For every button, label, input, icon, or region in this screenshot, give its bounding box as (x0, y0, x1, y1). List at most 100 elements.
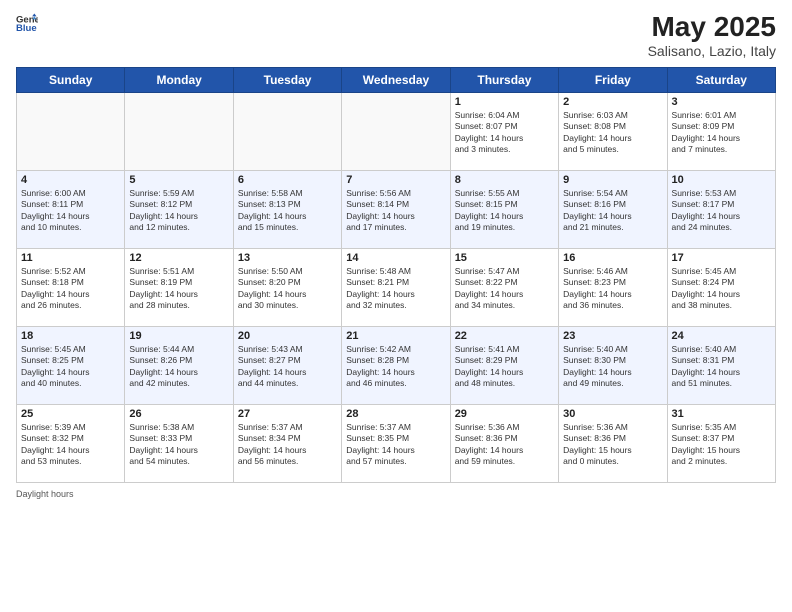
cell-text: Sunrise: 6:01 AM Sunset: 8:09 PM Dayligh… (672, 110, 771, 156)
cell-text: Sunrise: 5:37 AM Sunset: 8:34 PM Dayligh… (238, 422, 337, 468)
cell-text: Sunrise: 5:40 AM Sunset: 8:31 PM Dayligh… (672, 344, 771, 390)
cell-text: Sunrise: 5:44 AM Sunset: 8:26 PM Dayligh… (129, 344, 228, 390)
calendar-cell (17, 92, 125, 170)
cell-text: Sunrise: 5:50 AM Sunset: 8:20 PM Dayligh… (238, 266, 337, 312)
day-header-wednesday: Wednesday (342, 67, 450, 92)
day-number: 31 (672, 408, 771, 420)
page-header: General Blue May 2025 Salisano, Lazio, I… (16, 12, 776, 59)
cell-text: Sunrise: 5:36 AM Sunset: 8:36 PM Dayligh… (563, 422, 662, 468)
day-number: 30 (563, 408, 662, 420)
calendar-cell: 13 Sunrise: 5:50 AM Sunset: 8:20 PM Dayli… (233, 248, 341, 326)
day-header-friday: Friday (559, 67, 667, 92)
cell-text: Sunrise: 5:45 AM Sunset: 8:24 PM Dayligh… (672, 266, 771, 312)
cell-text: Sunrise: 5:59 AM Sunset: 8:12 PM Dayligh… (129, 188, 228, 234)
week-row-2: 4Sunrise: 6:00 AM Sunset: 8:11 PM Daylig… (17, 170, 776, 248)
logo-icon: General Blue (16, 12, 38, 34)
calendar-cell (342, 92, 450, 170)
day-number: 22 (455, 330, 554, 342)
day-number: 23 (563, 330, 662, 342)
day-header-monday: Monday (125, 67, 233, 92)
calendar-cell: 22 Sunrise: 5:41 AM Sunset: 8:29 PM Dayli… (450, 326, 558, 404)
calendar-cell: 11 Sunrise: 5:52 AM Sunset: 8:18 PM Dayli… (17, 248, 125, 326)
calendar-cell: 16 Sunrise: 5:46 AM Sunset: 8:23 PM Dayli… (559, 248, 667, 326)
day-number: 19 (129, 330, 228, 342)
calendar-cell: 20 Sunrise: 5:43 AM Sunset: 8:27 PM Dayli… (233, 326, 341, 404)
day-number: 2 (563, 96, 662, 108)
cell-text: Sunrise: 5:52 AM Sunset: 8:18 PM Dayligh… (21, 266, 120, 312)
day-number: 13 (238, 252, 337, 264)
week-row-3: 11 Sunrise: 5:52 AM Sunset: 8:18 PM Dayli… (17, 248, 776, 326)
calendar-cell: 27Sunrise: 5:37 AM Sunset: 8:34 PM Dayli… (233, 404, 341, 482)
day-number: 16 (563, 252, 662, 264)
cell-text: Sunrise: 5:38 AM Sunset: 8:33 PM Dayligh… (129, 422, 228, 468)
cell-text: Sunrise: 6:03 AM Sunset: 8:08 PM Dayligh… (563, 110, 662, 156)
day-number: 3 (672, 96, 771, 108)
day-number: 8 (455, 174, 554, 186)
calendar-cell: 15 Sunrise: 5:47 AM Sunset: 8:22 PM Dayli… (450, 248, 558, 326)
svg-text:Blue: Blue (16, 23, 37, 34)
day-number: 20 (238, 330, 337, 342)
day-header-row: SundayMondayTuesdayWednesdayThursdayFrid… (17, 67, 776, 92)
cell-text: Sunrise: 5:36 AM Sunset: 8:36 PM Dayligh… (455, 422, 554, 468)
calendar-cell: 18Sunrise: 5:45 AM Sunset: 8:25 PM Dayli… (17, 326, 125, 404)
calendar-cell: 31 Sunrise: 5:35 AM Sunset: 8:37 PM Dayli… (667, 404, 775, 482)
calendar-subtitle: Salisano, Lazio, Italy (648, 43, 776, 59)
daylight-label: Daylight hours (16, 489, 74, 499)
day-number: 12 (129, 252, 228, 264)
calendar-cell: 28Sunrise: 5:37 AM Sunset: 8:35 PM Dayli… (342, 404, 450, 482)
calendar-cell: 10 Sunrise: 5:53 AM Sunset: 8:17 PM Dayli… (667, 170, 775, 248)
week-row-4: 18Sunrise: 5:45 AM Sunset: 8:25 PM Dayli… (17, 326, 776, 404)
calendar-cell: 3 Sunrise: 6:01 AM Sunset: 8:09 PM Daylig… (667, 92, 775, 170)
cell-text: Sunrise: 6:04 AM Sunset: 8:07 PM Dayligh… (455, 110, 554, 156)
day-number: 1 (455, 96, 554, 108)
day-header-tuesday: Tuesday (233, 67, 341, 92)
day-number: 24 (672, 330, 771, 342)
calendar-cell: 26 Sunrise: 5:38 AM Sunset: 8:33 PM Dayli… (125, 404, 233, 482)
calendar-cell: 12 Sunrise: 5:51 AM Sunset: 8:19 PM Dayli… (125, 248, 233, 326)
day-number: 5 (129, 174, 228, 186)
day-number: 11 (21, 252, 120, 264)
day-number: 7 (346, 174, 445, 186)
calendar-cell: 6 Sunrise: 5:58 AM Sunset: 8:13 PM Daylig… (233, 170, 341, 248)
cell-text: Sunrise: 5:48 AM Sunset: 8:21 PM Dayligh… (346, 266, 445, 312)
calendar-cell: 1 Sunrise: 6:04 AM Sunset: 8:07 PM Daylig… (450, 92, 558, 170)
footer-daylight: Daylight hours (16, 489, 776, 499)
cell-text: Sunrise: 5:45 AM Sunset: 8:25 PM Dayligh… (21, 344, 120, 390)
day-number: 10 (672, 174, 771, 186)
day-number: 17 (672, 252, 771, 264)
calendar-cell: 23Sunrise: 5:40 AM Sunset: 8:30 PM Dayli… (559, 326, 667, 404)
title-block: May 2025 Salisano, Lazio, Italy (648, 12, 776, 59)
day-number: 21 (346, 330, 445, 342)
cell-text: Sunrise: 5:53 AM Sunset: 8:17 PM Dayligh… (672, 188, 771, 234)
calendar-cell: 21 Sunrise: 5:42 AM Sunset: 8:28 PM Dayli… (342, 326, 450, 404)
calendar-cell: 8 Sunrise: 5:55 AM Sunset: 8:15 PM Daylig… (450, 170, 558, 248)
day-number: 6 (238, 174, 337, 186)
cell-text: Sunrise: 5:35 AM Sunset: 8:37 PM Dayligh… (672, 422, 771, 468)
calendar-cell: 30 Sunrise: 5:36 AM Sunset: 8:36 PM Dayli… (559, 404, 667, 482)
cell-text: Sunrise: 5:42 AM Sunset: 8:28 PM Dayligh… (346, 344, 445, 390)
calendar-cell: 2 Sunrise: 6:03 AM Sunset: 8:08 PM Daylig… (559, 92, 667, 170)
cell-text: Sunrise: 5:46 AM Sunset: 8:23 PM Dayligh… (563, 266, 662, 312)
cell-text: Sunrise: 5:41 AM Sunset: 8:29 PM Dayligh… (455, 344, 554, 390)
cell-text: Sunrise: 5:51 AM Sunset: 8:19 PM Dayligh… (129, 266, 228, 312)
cell-text: Sunrise: 5:54 AM Sunset: 8:16 PM Dayligh… (563, 188, 662, 234)
day-number: 26 (129, 408, 228, 420)
day-header-sunday: Sunday (17, 67, 125, 92)
day-header-thursday: Thursday (450, 67, 558, 92)
day-number: 25 (21, 408, 120, 420)
cell-text: Sunrise: 5:39 AM Sunset: 8:32 PM Dayligh… (21, 422, 120, 468)
calendar-cell: 7Sunrise: 5:56 AM Sunset: 8:14 PM Daylig… (342, 170, 450, 248)
calendar-cell: 5 Sunrise: 5:59 AM Sunset: 8:12 PM Daylig… (125, 170, 233, 248)
cell-text: Sunrise: 5:43 AM Sunset: 8:27 PM Dayligh… (238, 344, 337, 390)
calendar-cell: 9Sunrise: 5:54 AM Sunset: 8:16 PM Daylig… (559, 170, 667, 248)
cell-text: Sunrise: 6:00 AM Sunset: 8:11 PM Dayligh… (21, 188, 120, 234)
calendar-cell: 19 Sunrise: 5:44 AM Sunset: 8:26 PM Dayli… (125, 326, 233, 404)
cell-text: Sunrise: 5:58 AM Sunset: 8:13 PM Dayligh… (238, 188, 337, 234)
cell-text: Sunrise: 5:47 AM Sunset: 8:22 PM Dayligh… (455, 266, 554, 312)
week-row-1: 1 Sunrise: 6:04 AM Sunset: 8:07 PM Daylig… (17, 92, 776, 170)
day-number: 15 (455, 252, 554, 264)
day-header-saturday: Saturday (667, 67, 775, 92)
calendar-cell (125, 92, 233, 170)
cell-text: Sunrise: 5:55 AM Sunset: 8:15 PM Dayligh… (455, 188, 554, 234)
day-number: 28 (346, 408, 445, 420)
